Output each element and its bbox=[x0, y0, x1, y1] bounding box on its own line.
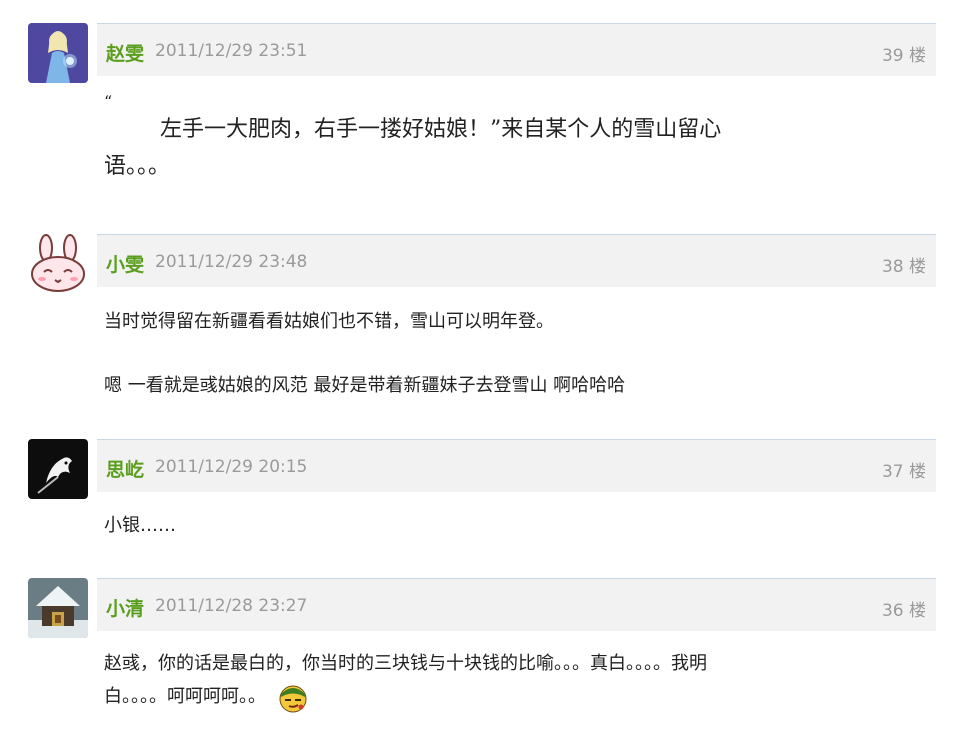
comment-line: 当时觉得留在新疆看看姑娘们也不错，雪山可以明年登。 bbox=[104, 311, 554, 332]
comment-body: “ 左手一大肥肉，右手一搂好姑娘！”来自某个人的雪山留心 语。。。 bbox=[104, 93, 904, 185]
pink-bunny-avatar-icon bbox=[28, 234, 88, 294]
comment-header: 赵雯 2011/12/29 23:51 39 楼 bbox=[97, 23, 936, 76]
comment-line: 语。。。 bbox=[104, 154, 171, 179]
avatar[interactable] bbox=[28, 439, 88, 499]
author-name[interactable]: 思屹 bbox=[106, 455, 144, 482]
comment-body: 赵彧，你的话是最白的，你当时的三块钱与十块钱的比喻。。。真白。。。。我明 白。。… bbox=[104, 648, 904, 714]
comment-line: 小银…… bbox=[104, 515, 176, 536]
smug-face-emoticon-icon bbox=[279, 685, 307, 713]
black-white-bird-avatar-icon bbox=[28, 439, 88, 499]
comment-line: “ bbox=[104, 92, 113, 111]
author-name[interactable]: 赵雯 bbox=[106, 39, 144, 66]
comment-line: 嗯 一看就是彧姑娘的风范 最好是带着新疆妹子去登雪山 啊哈哈哈 bbox=[104, 375, 626, 396]
comment-line: 左手一大肥肉，右手一搂好姑娘！”来自某个人的雪山留心 bbox=[160, 117, 722, 142]
floor-number: 38 楼 bbox=[881, 257, 926, 277]
post-time: 2011/12/29 23:48 bbox=[155, 252, 308, 272]
comment-body: 小银…… bbox=[104, 510, 904, 542]
comment-line-with-emoticon: 白。。。。呵呵呵呵。。 bbox=[104, 680, 904, 714]
avatar[interactable] bbox=[28, 23, 88, 83]
post-time: 2011/12/29 23:51 bbox=[155, 41, 308, 61]
post-time: 2011/12/28 23:27 bbox=[155, 596, 308, 616]
floor-number: 39 楼 bbox=[881, 46, 926, 66]
frozen-princess-avatar-icon bbox=[28, 23, 88, 83]
avatar[interactable] bbox=[28, 234, 88, 294]
comment-header: 小雯 2011/12/29 23:48 38 楼 bbox=[97, 234, 936, 287]
comment-line: 赵彧，你的话是最白的，你当时的三块钱与十块钱的比喻。。。真白。。。。我明 bbox=[104, 653, 707, 674]
comment-body: 当时觉得留在新疆看看姑娘们也不错，雪山可以明年登。 嗯 一看就是彧姑娘的风范 最… bbox=[104, 306, 904, 402]
comment-list: 赵雯 2011/12/29 23:51 39 楼 “ 左手一大肥肉，右手一搂好姑… bbox=[0, 0, 963, 740]
floor-number: 37 楼 bbox=[881, 462, 926, 482]
snowy-cabin-avatar-icon bbox=[28, 578, 88, 638]
comment-header: 小清 2011/12/28 23:27 36 楼 bbox=[97, 578, 936, 631]
post-time: 2011/12/29 20:15 bbox=[155, 457, 308, 477]
comment-line: 白。。。。呵呵呵呵。。 bbox=[104, 686, 266, 707]
author-name[interactable]: 小雯 bbox=[106, 250, 144, 277]
avatar[interactable] bbox=[28, 578, 88, 638]
floor-number: 36 楼 bbox=[881, 601, 926, 621]
author-name[interactable]: 小清 bbox=[106, 594, 144, 621]
comment-header: 思屹 2011/12/29 20:15 37 楼 bbox=[97, 439, 936, 492]
